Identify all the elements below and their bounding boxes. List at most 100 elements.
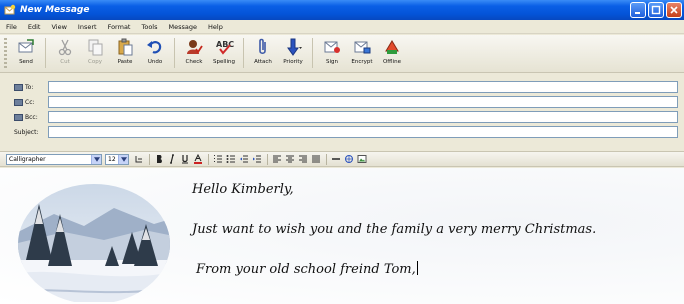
cut-button[interactable]: Cut <box>50 35 80 71</box>
size-select[interactable]: 12 <box>105 153 129 165</box>
toolbar-separator <box>243 38 244 68</box>
to-label: To: <box>25 83 34 91</box>
insert-picture-button[interactable] <box>356 153 368 165</box>
offline-button[interactable]: Offline <box>377 35 407 71</box>
spelling-button[interactable]: ABC Spelling <box>209 35 239 71</box>
bullet-list-button[interactable] <box>225 153 237 165</box>
justify-icon <box>312 155 320 163</box>
paste-icon <box>118 38 133 56</box>
subject-field[interactable] <box>48 126 678 138</box>
font-color-icon <box>194 154 202 164</box>
sign-icon <box>324 41 340 53</box>
address-pane: To: Cc: Bcc: Subject: <box>0 74 684 140</box>
toolbar-grip[interactable] <box>4 38 7 68</box>
menu-view[interactable]: View <box>51 23 66 31</box>
increase-indent-button[interactable] <box>251 153 263 165</box>
bcc-label: Bcc: <box>25 113 38 121</box>
picture-icon <box>357 155 367 163</box>
chevron-down-icon[interactable] <box>91 154 101 164</box>
copy-icon <box>88 39 103 56</box>
scissors-icon <box>58 39 72 56</box>
align-right-icon <box>299 155 307 163</box>
menu-message[interactable]: Message <box>169 23 198 31</box>
menu-edit[interactable]: Edit <box>28 23 41 31</box>
copy-button[interactable]: Copy <box>80 35 110 71</box>
address-book-icon[interactable] <box>14 98 23 106</box>
menu-bar: File Edit View Insert Format Tools Messa… <box>0 20 684 34</box>
horizontal-line-icon <box>332 158 340 160</box>
bold-button[interactable] <box>153 153 165 165</box>
size-select-value: 12 <box>108 155 116 163</box>
justify-button[interactable] <box>310 153 322 165</box>
undo-icon <box>147 41 162 54</box>
cut-label: Cut <box>60 59 70 65</box>
close-button[interactable] <box>666 2 682 18</box>
italic-icon <box>170 154 174 164</box>
menu-help[interactable]: Help <box>208 23 223 31</box>
close-icon <box>670 6 678 14</box>
italic-button[interactable] <box>166 153 178 165</box>
check-names-icon <box>187 40 203 54</box>
address-book-icon[interactable] <box>14 83 23 91</box>
send-icon <box>18 39 34 53</box>
menu-format[interactable]: Format <box>108 23 131 31</box>
check-label: Check <box>185 59 203 65</box>
font-color-button[interactable] <box>192 153 204 165</box>
offline-label: Offline <box>382 59 402 65</box>
font-select[interactable]: Calligrapher <box>6 153 102 165</box>
attach-button[interactable]: Attach <box>248 35 278 71</box>
cc-field[interactable] <box>48 96 678 108</box>
text-caret <box>416 261 418 275</box>
align-center-button[interactable] <box>284 153 296 165</box>
bullet-list-icon <box>226 155 235 163</box>
maximize-button[interactable] <box>648 2 664 18</box>
paste-button[interactable]: Paste <box>110 35 140 71</box>
menu-file[interactable]: File <box>6 23 17 31</box>
send-label: Send <box>19 59 33 65</box>
paragraph-style-button[interactable] <box>133 153 145 165</box>
bcc-field[interactable] <box>48 111 678 123</box>
decrease-indent-button[interactable] <box>238 153 250 165</box>
paste-label: Paste <box>117 59 133 65</box>
standard-toolbar: Send Cut Copy Paste Undo Check ABC Spell… <box>0 35 684 73</box>
title-bar[interactable]: New Message <box>0 0 684 20</box>
horizontal-line-button[interactable] <box>330 153 342 165</box>
message-body[interactable]: Hello Kimberly, Just want to wish you an… <box>0 168 684 304</box>
hyperlink-icon <box>345 155 353 163</box>
toolbar-separator <box>208 153 209 165</box>
insert-hyperlink-button[interactable] <box>343 153 355 165</box>
priority-icon <box>287 38 302 56</box>
address-book-icon[interactable] <box>14 113 23 121</box>
bcc-row: Bcc: <box>0 110 684 124</box>
subject-row: Subject: <box>0 125 684 139</box>
check-names-button[interactable]: Check <box>179 35 209 71</box>
spelling-icon: ABC <box>216 40 234 55</box>
to-field[interactable] <box>48 81 678 93</box>
menu-insert[interactable]: Insert <box>78 23 97 31</box>
wish-line: Just want to wish you and the family a v… <box>192 222 597 237</box>
minimize-icon <box>635 12 640 14</box>
encrypt-label: Encrypt <box>351 59 373 65</box>
send-button[interactable]: Send <box>11 35 41 71</box>
priority-label: Priority <box>283 59 303 65</box>
align-right-button[interactable] <box>297 153 309 165</box>
font-select-value: Calligrapher <box>9 155 46 163</box>
numbered-list-icon <box>214 155 222 163</box>
encrypt-button[interactable]: Encrypt <box>347 35 377 71</box>
menu-tools[interactable]: Tools <box>141 23 157 31</box>
underline-icon <box>182 155 188 164</box>
undo-button[interactable]: Undo <box>140 35 170 71</box>
to-row: To: <box>0 80 684 94</box>
chevron-down-icon[interactable] <box>118 154 128 164</box>
maximize-icon <box>651 5 661 15</box>
underline-button[interactable] <box>179 153 191 165</box>
priority-button[interactable]: Priority <box>278 35 308 71</box>
minimize-button[interactable] <box>630 2 646 18</box>
align-left-button[interactable] <box>271 153 283 165</box>
greeting-line: Hello Kimberly, <box>192 182 294 197</box>
formatting-toolbar: Calligrapher 12 <box>0 151 684 167</box>
encrypt-icon <box>354 41 371 54</box>
sign-button[interactable]: Sign <box>317 35 347 71</box>
numbered-list-button[interactable] <box>212 153 224 165</box>
window-title: New Message <box>20 5 90 15</box>
